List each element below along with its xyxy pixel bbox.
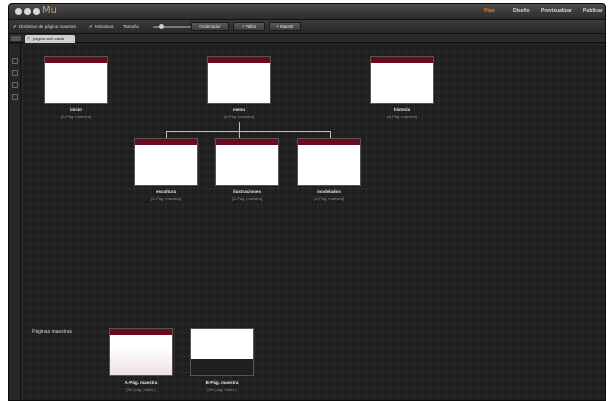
- master-sub-label: [Sin pág. maes.]: [207, 387, 237, 392]
- size-slider-knob[interactable]: [159, 24, 164, 29]
- page-title: inicio: [70, 107, 82, 112]
- page-thumbnail-menu[interactable]: [207, 56, 271, 104]
- mode-tab-preview[interactable]: Previsualizar: [541, 8, 572, 14]
- page-master-label: [A-Pág. maestra]: [150, 196, 181, 201]
- page-title: historia: [393, 107, 411, 112]
- page-title: menu: [232, 107, 245, 112]
- app-window: Mu Plan Diseño Previsualizar Publicar ✔ …: [8, 3, 606, 401]
- tree-connector: [330, 131, 331, 138]
- page-thumbnail-escultura[interactable]: [134, 138, 198, 186]
- page-thumbnail-historia[interactable]: [370, 56, 434, 104]
- hand-tool-icon[interactable]: [12, 82, 18, 88]
- master-title: B-Pág. maestra: [205, 380, 239, 385]
- master-title: A-Pág. maestra: [124, 380, 158, 385]
- tree-connector: [239, 122, 240, 131]
- mode-tab-publish[interactable]: Publicar: [583, 8, 603, 14]
- sort-button[interactable]: Ordenador: [191, 22, 229, 31]
- master-sub-label: [Sin pág. maes.]: [126, 387, 156, 392]
- page-thumbnail-inicio[interactable]: [44, 56, 108, 104]
- sitemap-canvas[interactable]: inicio [A-Pág. maestra] menu [A-Pág. mae…: [22, 44, 605, 400]
- check-icon[interactable]: ✔: [13, 24, 17, 30]
- master-pages-label: Páginas maestras: [32, 329, 73, 335]
- page-title: escultura: [155, 189, 176, 194]
- page-master-label: [A-Pág. maestra]: [223, 114, 254, 119]
- tree-button[interactable]: + Tallar: [233, 22, 265, 31]
- show-master-label: Distintivo de página maestra: [19, 24, 76, 29]
- close-window-icon[interactable]: [15, 8, 22, 15]
- page-master-label: [A-Pág. maestra]: [60, 114, 91, 119]
- title-bar: Mu Plan Diseño Previsualizar Publicar: [9, 4, 605, 20]
- tree-connector: [166, 131, 330, 132]
- tree-connector: [239, 131, 240, 138]
- thumbnails-label: Miniatura: [95, 24, 114, 29]
- page-master-label: [A-Pág. maestra]: [231, 196, 262, 201]
- page-title: ilustraciones: [233, 189, 261, 194]
- master-thumbnail-b[interactable]: [190, 328, 254, 376]
- toolbar: ✔ Distintivo de página maestra ✔ Miniatu…: [9, 20, 605, 34]
- zoom-tool-icon[interactable]: [12, 94, 18, 100]
- mode-tab-design[interactable]: Diseño: [513, 8, 530, 14]
- page-title: modelados: [317, 189, 341, 194]
- page-master-label: [A-Pág. maestra]: [386, 114, 417, 119]
- page-thumbnail-ilustraciones[interactable]: [215, 138, 279, 186]
- document-tab-label: pagina web casla: [33, 36, 64, 41]
- document-tab[interactable]: × pagina web casla: [25, 35, 75, 43]
- select-tool-icon[interactable]: [12, 58, 18, 64]
- mode-tab-plan[interactable]: Plan: [484, 8, 495, 14]
- close-icon[interactable]: ×: [27, 35, 30, 43]
- master-thumbnail-a[interactable]: [109, 328, 173, 376]
- tool-column: [9, 44, 21, 400]
- page-tool-icon[interactable]: [12, 70, 18, 76]
- app-name: Mu: [42, 5, 57, 16]
- page-thumbnail-modelados[interactable]: [297, 138, 361, 186]
- tree-connector: [166, 131, 167, 138]
- tab-strip: × pagina web casla: [9, 34, 605, 43]
- check-icon[interactable]: ✔: [89, 24, 93, 30]
- size-label: Tamaño: [123, 24, 140, 29]
- minimize-window-icon[interactable]: [24, 8, 31, 15]
- master-button[interactable]: + Maestr: [269, 22, 301, 31]
- page-master-label: [A-Pág. maestra]: [313, 196, 344, 201]
- tab-handle[interactable]: [11, 36, 21, 41]
- zoom-window-icon[interactable]: [33, 8, 40, 15]
